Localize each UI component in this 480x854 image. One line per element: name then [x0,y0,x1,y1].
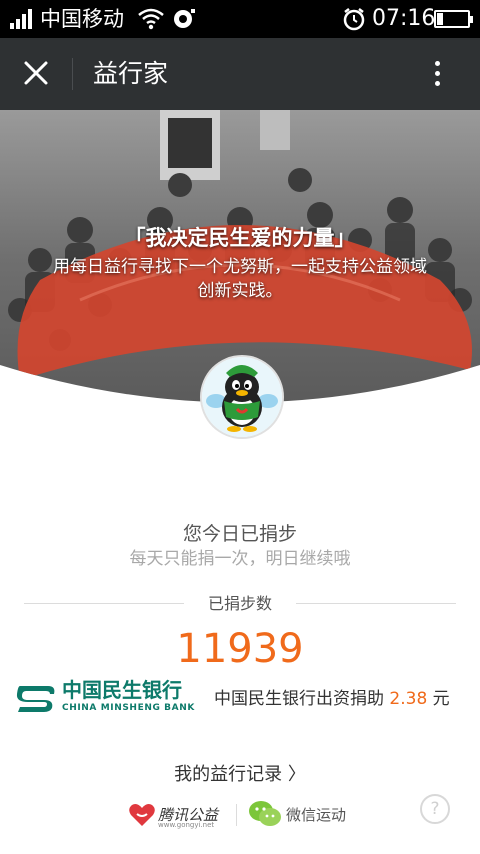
close-icon[interactable] [16,56,56,92]
sponsor-unit: 元 [432,689,450,709]
bank-logo-en: CHINA MINSHENG BANK [62,703,195,713]
help-icon[interactable]: ? [420,794,450,824]
notification-icon [174,9,195,28]
banner-subtitle: 用每日益行寻找下一个尤努斯，一起支持公益领域创新实践。 [53,257,427,301]
tencent-gongyi-logo: 腾讯公益 www.gongyi.net [128,800,228,830]
my-records-link[interactable]: 我的益行记录 〉 [0,762,480,788]
heart-logo-icon [129,804,155,826]
sponsor-text: 中国民生银行出资捐助 2.38 元 [214,686,450,712]
minsheng-bank-emblem-icon [16,686,55,712]
wechat-sport-label: 微信运动 [286,806,347,824]
footer-divider [236,804,237,826]
battery-icon [434,10,473,28]
signal-icon [10,9,34,29]
steps-label-row: 已捐步数 [24,592,456,616]
page-title: 益行家 [93,59,169,88]
donation-status-subtitle: 每天只能捐一次，明日继续哦 [129,549,351,569]
minsheng-bank-logo: 中国民生银行 CHINA MINSHENG BANK [14,678,206,716]
more-vertical-icon[interactable] [424,56,452,92]
sponsor-description: 中国民生银行出资捐助 [214,689,384,709]
clock: 07:16 [372,6,436,31]
status-bar: 中国移动 07:16 [0,0,480,38]
nav-bar: 益行家 [0,38,480,110]
wechat-icon [249,801,281,826]
gongyi-url: www.gongyi.net [158,821,215,829]
nav-divider [72,58,73,90]
steps-count: 11939 [176,626,304,672]
qq-penguin-avatar-icon [202,357,282,437]
donation-status-title: 您今日已捐步 [182,523,297,545]
wechat-sport-logo: 微信运动 [248,800,358,830]
avatar[interactable] [202,357,282,437]
banner-title: 「我决定民生爱的力量」 [124,226,356,250]
carrier-name: 中国移动 [40,7,124,31]
bank-logo-cn: 中国民生银行 [62,678,182,702]
sponsor-amount: 2.38 [389,689,428,709]
alarm-icon [343,8,365,31]
wifi-icon [138,8,164,30]
steps-label: 已捐步数 [207,594,272,613]
